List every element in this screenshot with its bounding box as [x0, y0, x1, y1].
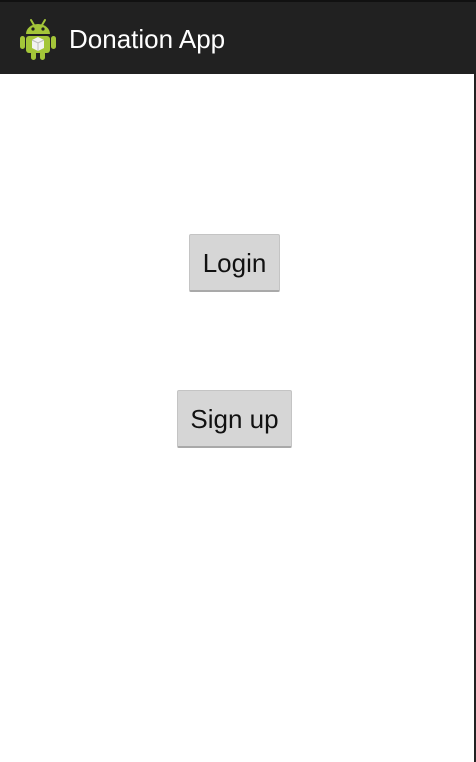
app-title: Donation App — [69, 24, 226, 54]
app-screen: Donation App Login Sign up — [0, 0, 476, 762]
android-robot-icon — [18, 17, 58, 61]
action-bar: Donation App — [0, 0, 476, 74]
signup-button[interactable]: Sign up — [177, 390, 292, 448]
login-button[interactable]: Login — [189, 234, 280, 292]
